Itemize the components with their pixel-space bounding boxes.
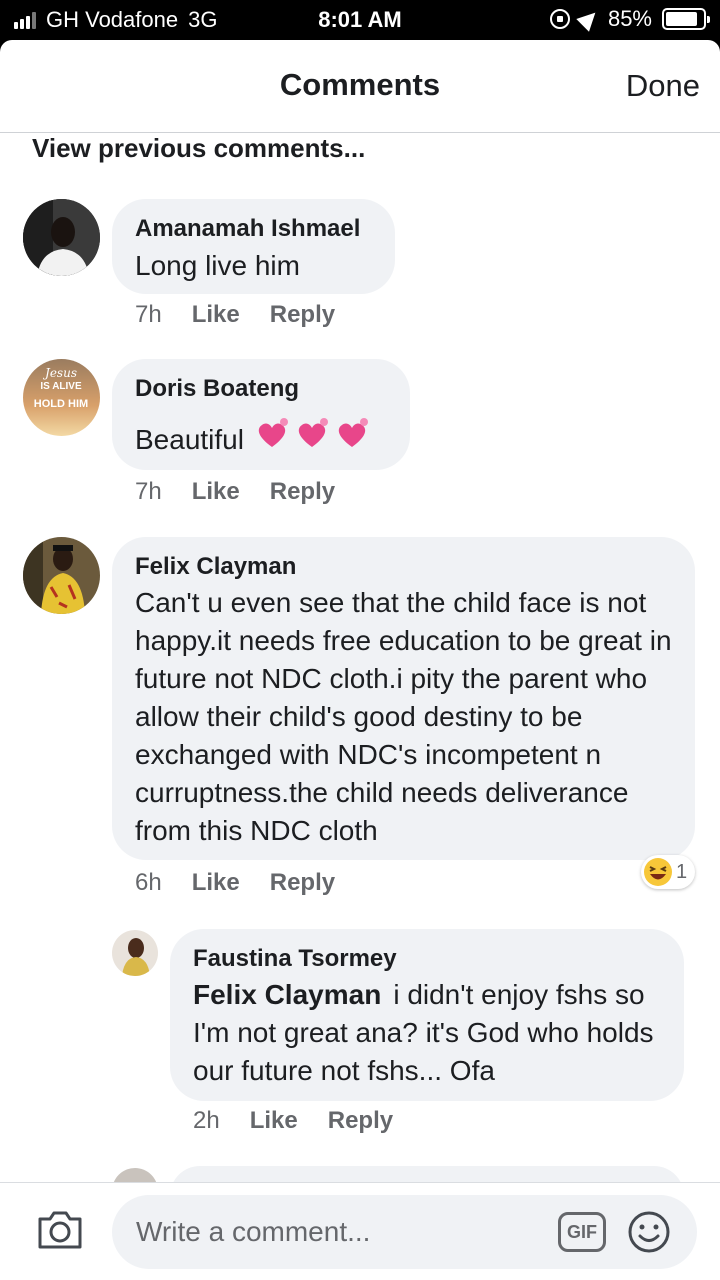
laughing-emoji-icon [644, 858, 672, 886]
emoji-icon[interactable] [628, 1211, 670, 1253]
comment-time: 6h [135, 869, 162, 896]
reaction-summary[interactable]: 1 [641, 855, 696, 889]
battery-percent: 85% [607, 6, 652, 31]
comment-time: 7h [135, 478, 162, 505]
comments-sheet: Comments Done View previous comments... … [0, 40, 720, 1280]
like-button[interactable]: Like [192, 301, 240, 329]
comment-author[interactable]: Faustina Tsormey [193, 945, 397, 973]
avatar-text: IS ALIVE [40, 381, 82, 392]
view-previous-comments-link[interactable]: View previous comments... [32, 133, 365, 164]
camera-icon[interactable] [36, 1209, 84, 1251]
avatar-text: HOLD HIM [34, 398, 88, 410]
comment-bubble: Doris Boateng Beautiful [112, 359, 410, 470]
header: Comments Done [0, 40, 720, 133]
comment-author[interactable]: Felix Clayman [135, 553, 296, 581]
comment-actions: 7h Like Reply [135, 478, 335, 506]
done-button[interactable]: Done [626, 68, 700, 104]
like-button[interactable]: Like [192, 478, 240, 506]
location-icon [576, 6, 602, 32]
reply-button[interactable]: Reply [270, 301, 335, 329]
mention-link[interactable]: Felix Clayman [193, 979, 381, 1010]
reply-button[interactable]: Reply [328, 1107, 393, 1135]
sparkling-hearts-emoji [254, 417, 374, 461]
comment-bubble: Amanamah Ishmael Long live him [112, 199, 395, 294]
like-button[interactable]: Like [250, 1107, 298, 1135]
gif-button[interactable]: GIF [558, 1212, 606, 1252]
status-bar: GH Vodafone 3G 8:01 AM 85% [0, 0, 720, 40]
comment-bubble: Faustina Tsormey Felix Clayman i didn't e… [170, 929, 684, 1101]
comment-author[interactable]: Doris Boateng [135, 375, 299, 403]
comment-bubble: Felix Clayman Can't u even see that the … [112, 537, 695, 860]
comment-time: 7h [135, 301, 162, 328]
avatar[interactable] [23, 199, 100, 276]
comment-input[interactable] [136, 1212, 536, 1252]
comment-text-content: Beautiful [135, 424, 244, 455]
rotation-lock-icon [549, 9, 570, 29]
comment-author[interactable]: Amanamah Ishmael [135, 215, 360, 243]
avatar[interactable] [112, 930, 158, 976]
comment-actions: 7h Like Reply [135, 301, 335, 329]
avatar[interactable] [23, 537, 100, 614]
like-button[interactable]: Like [192, 869, 240, 897]
comment-text: Felix Clayman i didn't enjoy fshs so I'm … [193, 976, 673, 1090]
battery-icon [662, 8, 710, 30]
reply-button[interactable]: Reply [270, 478, 335, 506]
comment-input-box: GIF [112, 1195, 697, 1269]
comment-composer: GIF [0, 1182, 720, 1280]
avatar[interactable]: Jesus IS ALIVE HOLD HIM [23, 359, 100, 436]
page-title: Comments [279, 67, 441, 102]
reaction-count: 1 [676, 860, 688, 883]
comment-text: Long live him [135, 250, 300, 281]
comment-time: 2h [193, 1107, 220, 1134]
comment-text: Can't u even see that the child face is … [135, 587, 672, 846]
comment-actions: 2h Like Reply [193, 1107, 393, 1135]
comment-actions: 6h Like Reply [135, 869, 335, 897]
avatar-text: Jesus [42, 366, 77, 380]
reply-button[interactable]: Reply [270, 869, 335, 897]
comment-text: Beautiful [135, 417, 405, 461]
